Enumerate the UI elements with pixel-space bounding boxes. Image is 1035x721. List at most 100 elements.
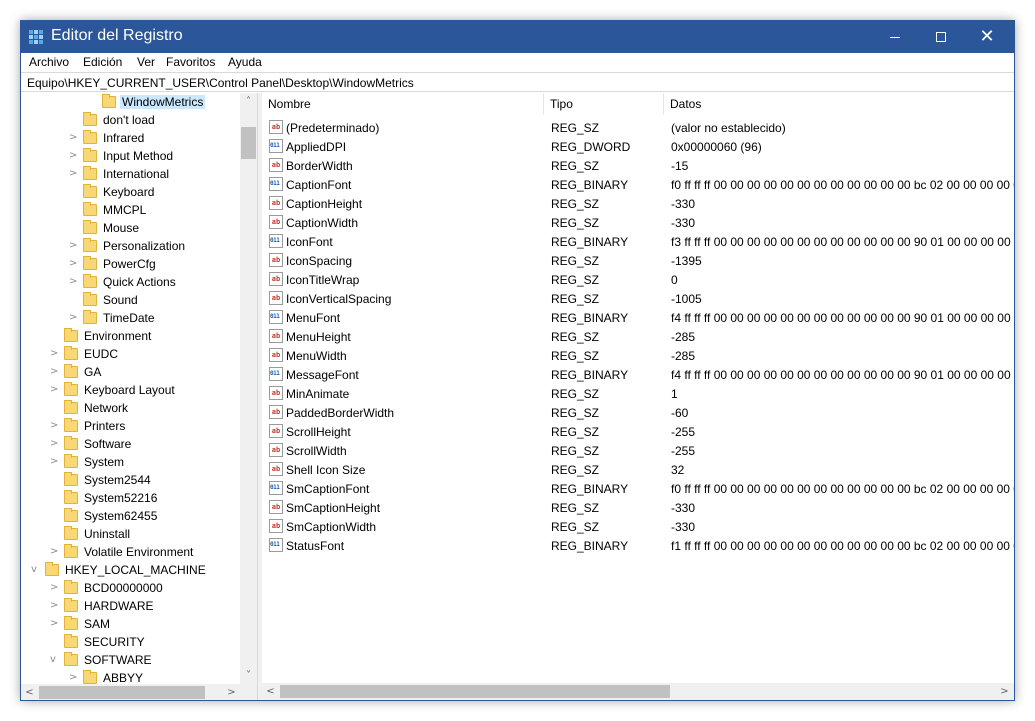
table-row[interactable]: ab IconVerticalSpacing REG_SZ -1005	[262, 289, 1014, 308]
chevron-right-icon[interactable]: >	[50, 348, 60, 359]
column-header-datos[interactable]: Datos	[664, 93, 1014, 115]
tree-item[interactable]: System52216	[21, 490, 240, 508]
tree-item[interactable]: v SOFTWARE	[21, 652, 240, 670]
tree-item[interactable]: Mouse	[21, 220, 240, 238]
table-row[interactable]: 011 110IconFont REG_BINARY f3 ff ff ff 00 …	[262, 232, 1014, 251]
scroll-left-icon[interactable]: <	[262, 683, 279, 700]
menu-ayuda[interactable]: Ayuda	[226, 55, 264, 69]
tree-item[interactable]: > TimeDate	[21, 310, 240, 328]
tree-item[interactable]: > Printers	[21, 418, 240, 436]
chevron-right-icon[interactable]: >	[50, 384, 60, 395]
tree-item[interactable]: MMCPL	[21, 202, 240, 220]
chevron-down-icon[interactable]: v	[50, 654, 60, 665]
tree-item[interactable]: v HKEY_LOCAL_MACHINE	[21, 562, 240, 580]
menu-favoritos[interactable]: Favoritos	[164, 55, 217, 69]
chevron-right-icon[interactable]: >	[69, 150, 79, 161]
chevron-right-icon[interactable]: >	[69, 168, 79, 179]
tree-item[interactable]: > International	[21, 166, 240, 184]
key-tree-pane[interactable]: WindowMetrics don't load > Infrared > Input M…	[21, 93, 258, 700]
tree-item[interactable]: Keyboard	[21, 184, 240, 202]
tree-item[interactable]: SECURITY	[21, 634, 240, 652]
table-row[interactable]: ab PaddedBorderWidth REG_SZ -60	[262, 403, 1014, 422]
tree-item[interactable]: WindowMetrics	[21, 94, 240, 112]
address-bar[interactable]: Equipo\HKEY_CURRENT_USER\Control Panel\D…	[21, 72, 1014, 92]
chevron-right-icon[interactable]: >	[50, 546, 60, 557]
table-row[interactable]: 011 110SmCaptionFont REG_BINARY f0 ff ff f…	[262, 479, 1014, 498]
tree-vertical-scrollbar[interactable]: ˄ ˅	[240, 93, 257, 684]
table-row[interactable]: 011 110MenuFont REG_BINARY f4 ff ff ff 00 …	[262, 308, 1014, 327]
chevron-right-icon[interactable]: >	[50, 366, 60, 377]
tree-item[interactable]: Environment	[21, 328, 240, 346]
tree-item[interactable]: don't load	[21, 112, 240, 130]
table-row[interactable]: 011 110CaptionFont REG_BINARY f0 ff ff ff …	[262, 175, 1014, 194]
chevron-right-icon[interactable]: >	[69, 276, 79, 287]
table-row[interactable]: 011 110StatusFont REG_BINARY f1 ff ff ff 0…	[262, 536, 1014, 555]
table-row[interactable]: ab ScrollHeight REG_SZ -255	[262, 422, 1014, 441]
chevron-right-icon[interactable]: >	[69, 672, 79, 683]
table-row[interactable]: ab MinAnimate REG_SZ 1	[262, 384, 1014, 403]
table-row[interactable]: ab CaptionHeight REG_SZ -330	[262, 194, 1014, 213]
scroll-right-icon[interactable]: >	[223, 684, 240, 700]
table-row[interactable]: ab SmCaptionWidth REG_SZ -330	[262, 517, 1014, 536]
menu-ver[interactable]: Ver	[135, 55, 157, 69]
column-header-tipo[interactable]: Tipo	[544, 93, 664, 115]
tree-item[interactable]: System2544	[21, 472, 240, 490]
chevron-right-icon[interactable]: >	[69, 312, 79, 323]
tree-item[interactable]: > SAM	[21, 616, 240, 634]
table-row[interactable]: ab ScrollWidth REG_SZ -255	[262, 441, 1014, 460]
tree-item[interactable]: > GA	[21, 364, 240, 382]
tree-item[interactable]: > Infrared	[21, 130, 240, 148]
tree-item[interactable]: Sound	[21, 292, 240, 310]
scroll-left-icon[interactable]: <	[21, 684, 38, 700]
tree-item[interactable]: > HARDWARE	[21, 598, 240, 616]
tree-item[interactable]: > Quick Actions	[21, 274, 240, 292]
chevron-right-icon[interactable]: >	[50, 438, 60, 449]
tree-item[interactable]: Network	[21, 400, 240, 418]
table-row[interactable]: 011 110MessageFont REG_BINARY f4 ff ff ff …	[262, 365, 1014, 384]
table-row[interactable]: ab BorderWidth REG_SZ -15	[262, 156, 1014, 175]
close-button[interactable]: ✕	[964, 21, 1010, 53]
chevron-right-icon[interactable]: >	[50, 456, 60, 467]
tree-item[interactable]: Uninstall	[21, 526, 240, 544]
maximize-button[interactable]	[918, 21, 964, 53]
tree-item[interactable]: > System	[21, 454, 240, 472]
chevron-right-icon[interactable]: >	[50, 420, 60, 431]
column-header-nombre[interactable]: Nombre	[262, 93, 544, 115]
table-row[interactable]: 011 110AppliedDPI REG_DWORD 0x00000060 (96…	[262, 137, 1014, 156]
list-horizontal-scrollbar[interactable]: < >	[262, 683, 1014, 700]
chevron-right-icon[interactable]: >	[50, 582, 60, 593]
chevron-down-icon[interactable]: v	[31, 564, 41, 575]
tree-scroll-thumb[interactable]	[241, 127, 256, 159]
tree-item[interactable]: > PowerCfg	[21, 256, 240, 274]
tree-item[interactable]: > Volatile Environment	[21, 544, 240, 562]
tree-hscroll-thumb[interactable]	[39, 686, 205, 699]
table-row[interactable]: ab Shell Icon Size REG_SZ 32	[262, 460, 1014, 479]
tree-item[interactable]: > Personalization	[21, 238, 240, 256]
chevron-right-icon[interactable]: >	[69, 132, 79, 143]
chevron-right-icon[interactable]: >	[50, 618, 60, 629]
tree-horizontal-scrollbar[interactable]: < >	[21, 684, 257, 700]
scroll-down-icon[interactable]: ˅	[240, 667, 257, 684]
tree-item[interactable]: > EUDC	[21, 346, 240, 364]
chevron-right-icon[interactable]: >	[69, 240, 79, 251]
scroll-right-icon[interactable]: >	[996, 683, 1013, 700]
table-row[interactable]: ab IconTitleWrap REG_SZ 0	[262, 270, 1014, 289]
tree-item[interactable]: System62455	[21, 508, 240, 526]
minimize-button[interactable]	[872, 21, 918, 53]
scroll-up-icon[interactable]: ˄	[240, 93, 257, 110]
table-row[interactable]: ab IconSpacing REG_SZ -1395	[262, 251, 1014, 270]
tree-item[interactable]: > BCD00000000	[21, 580, 240, 598]
tree-item[interactable]: > Input Method	[21, 148, 240, 166]
table-row[interactable]: ab MenuWidth REG_SZ -285	[262, 346, 1014, 365]
menu-archivo[interactable]: Archivo	[27, 55, 71, 69]
list-hscroll-thumb[interactable]	[280, 685, 670, 698]
chevron-right-icon[interactable]: >	[69, 258, 79, 269]
chevron-right-icon[interactable]: >	[50, 600, 60, 611]
title-bar[interactable]: Editor del Registro ✕	[21, 21, 1014, 53]
table-row[interactable]: ab MenuHeight REG_SZ -285	[262, 327, 1014, 346]
table-row[interactable]: ab CaptionWidth REG_SZ -330	[262, 213, 1014, 232]
values-list-pane[interactable]: Nombre Tipo Datos ab (Predeterminado) REG_…	[262, 93, 1014, 700]
table-row[interactable]: ab (Predeterminado) REG_SZ (valor no establ…	[262, 118, 1014, 137]
address-path[interactable]: Equipo\HKEY_CURRENT_USER\Control Panel\D…	[27, 76, 414, 90]
tree-item[interactable]: > Software	[21, 436, 240, 454]
